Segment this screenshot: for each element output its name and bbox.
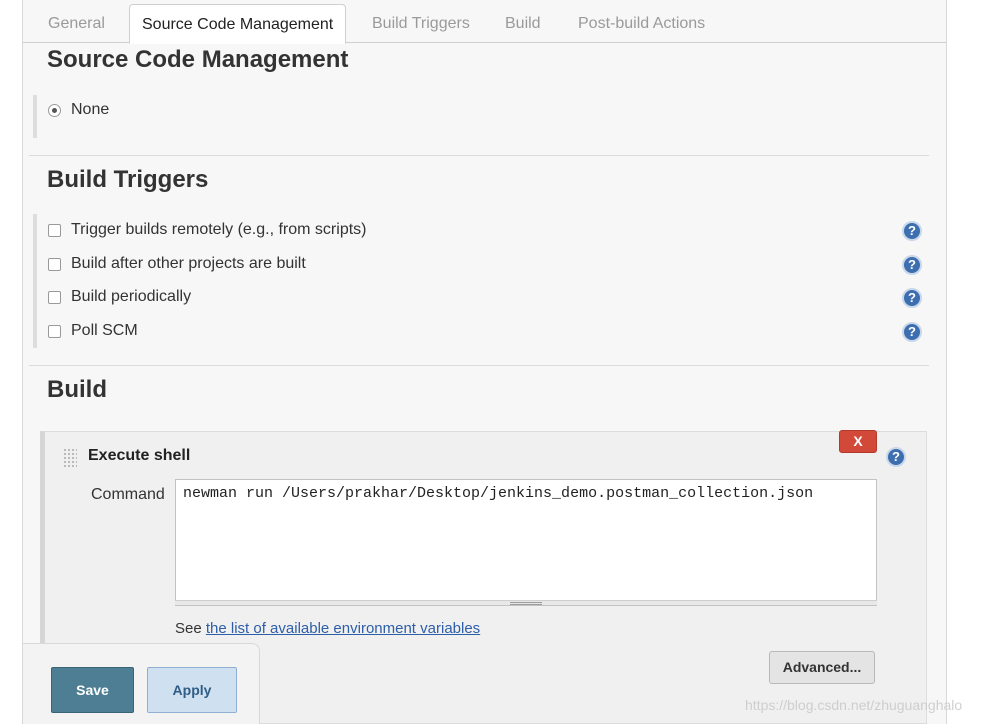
- checkbox-icon[interactable]: [48, 223, 61, 237]
- tab-build-triggers[interactable]: Build Triggers: [372, 4, 470, 44]
- checkbox-icon[interactable]: [48, 324, 61, 338]
- trigger-poll-scm-label: Poll SCM: [71, 322, 138, 339]
- tab-build[interactable]: Build: [505, 4, 541, 44]
- trigger-periodically-row[interactable]: Build periodically: [48, 286, 191, 308]
- trigger-poll-scm-row[interactable]: Poll SCM: [48, 320, 138, 342]
- save-button[interactable]: Save: [51, 667, 134, 713]
- execute-shell-title: Execute shell: [88, 447, 191, 464]
- trigger-after-other-label: Build after other projects are built: [71, 255, 306, 272]
- apply-button[interactable]: Apply: [147, 667, 237, 713]
- build-section-title: Build: [47, 376, 107, 403]
- build-triggers-title: Build Triggers: [47, 166, 209, 193]
- section-tabs: General Source Code Management Build Tri…: [23, 0, 946, 44]
- tab-source-code-management[interactable]: Source Code Management: [129, 4, 347, 44]
- delete-step-button[interactable]: X: [839, 430, 877, 453]
- command-label: Command: [91, 486, 165, 503]
- scm-group-bar: [33, 95, 37, 138]
- config-panel: General Source Code Management Build Tri…: [22, 0, 947, 724]
- checkbox-icon[interactable]: [48, 257, 61, 271]
- help-icon[interactable]: ?: [902, 322, 922, 342]
- trigger-periodically-label: Build periodically: [71, 288, 192, 305]
- checkbox-icon[interactable]: [48, 290, 61, 304]
- help-icon[interactable]: ?: [902, 221, 922, 241]
- triggers-group-bar: [33, 214, 37, 348]
- tab-general[interactable]: General: [48, 4, 105, 44]
- tab-post-build-actions[interactable]: Post-build Actions: [578, 4, 705, 44]
- section-divider: [29, 365, 929, 366]
- env-vars-hint: See the list of available environment va…: [175, 620, 480, 637]
- env-vars-link[interactable]: the list of available environment variab…: [206, 620, 480, 637]
- textarea-resize-handle[interactable]: [175, 600, 877, 606]
- advanced-button[interactable]: Advanced...: [769, 651, 875, 684]
- scm-section-title: Source Code Management: [47, 46, 349, 73]
- trigger-remote-row[interactable]: Trigger builds remotely (e.g., from scri…: [48, 219, 366, 241]
- section-divider: [29, 155, 929, 156]
- help-icon[interactable]: ?: [886, 447, 906, 467]
- drag-handle-icon[interactable]: [63, 448, 77, 468]
- trigger-after-other-row[interactable]: Build after other projects are built: [48, 253, 306, 275]
- watermark: https://blog.csdn.net/zhuguanghalo: [745, 697, 963, 713]
- command-textarea[interactable]: newman run /Users/prakhar/Desktop/jenkin…: [175, 479, 877, 606]
- trigger-remote-label: Trigger builds remotely (e.g., from scri…: [71, 221, 367, 238]
- scm-option-none-label: None: [71, 101, 110, 118]
- help-icon[interactable]: ?: [902, 255, 922, 275]
- help-icon[interactable]: ?: [902, 288, 922, 308]
- scm-option-none[interactable]: None: [48, 99, 109, 121]
- env-vars-hint-prefix: See: [175, 620, 206, 637]
- radio-icon[interactable]: [48, 103, 61, 117]
